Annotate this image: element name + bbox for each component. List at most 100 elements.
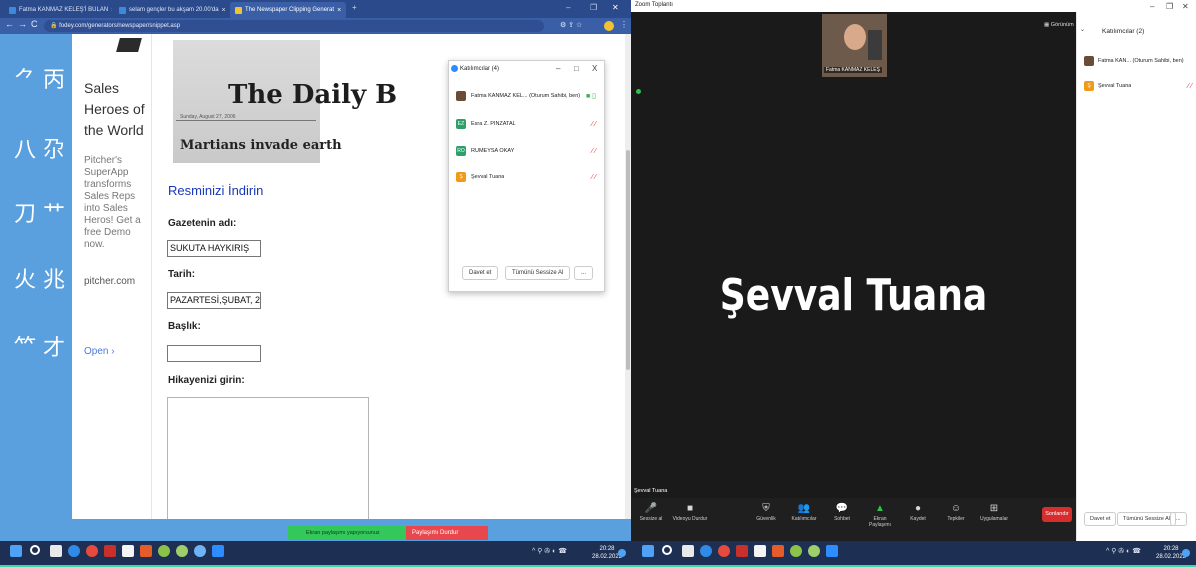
zoom-restore-icon[interactable]: ❐ bbox=[1166, 2, 1173, 11]
system-tray-icons[interactable]: ^ ⚲ ✇ ◐ ☎ bbox=[532, 547, 567, 555]
panel-collapse-icon[interactable]: ⌄ bbox=[1080, 26, 1085, 33]
search-icon[interactable] bbox=[30, 545, 40, 555]
person-face-shape bbox=[844, 24, 866, 50]
app-icon[interactable] bbox=[176, 545, 188, 557]
app-icon[interactable] bbox=[808, 545, 820, 557]
record-button[interactable]: ● Kaydet bbox=[900, 502, 936, 522]
chrome-icon[interactable] bbox=[718, 545, 730, 557]
mute-all-button[interactable]: Tümünü Sessize Al bbox=[505, 266, 571, 280]
security-button[interactable]: ⛨ Güvenlik bbox=[748, 502, 784, 522]
app-icon[interactable] bbox=[140, 545, 152, 557]
tab-close-icon[interactable]: × bbox=[337, 7, 341, 14]
participants-button[interactable]: 👥 Katılımcılar bbox=[786, 502, 822, 522]
participant-name: Şevval Tuana bbox=[471, 174, 505, 180]
windows-start-icon[interactable] bbox=[10, 545, 22, 557]
speaker-tag: Şevval Tuana bbox=[634, 488, 668, 494]
forward-button[interactable]: → bbox=[18, 19, 27, 29]
app-icon[interactable] bbox=[158, 545, 170, 557]
notification-icon[interactable] bbox=[1182, 549, 1190, 557]
zoom-minimize-icon[interactable]: – bbox=[1150, 2, 1154, 11]
zoom-app-icon[interactable] bbox=[212, 545, 224, 557]
security-status-icon bbox=[636, 89, 641, 94]
smiley-icon: ☺ bbox=[950, 503, 962, 514]
participant-row[interactable]: EZ Esra Z. PINZATAL ⁄ ⁄ bbox=[456, 116, 602, 132]
panel-invite-button[interactable]: Davet et bbox=[1084, 512, 1117, 526]
stop-video-button[interactable]: ■ Videoyu Durdur bbox=[672, 502, 708, 522]
zoom-close-icon[interactable]: ✕ bbox=[1182, 2, 1189, 11]
menu-dots-icon[interactable]: ⋮ bbox=[620, 20, 628, 29]
date-input[interactable]: PAZARTESİ,ŞUBAT, 28, 20 bbox=[167, 292, 261, 309]
panel-more-button[interactable]: ... bbox=[1170, 512, 1187, 526]
record-icon: ● bbox=[914, 503, 922, 514]
calligraphy-glyph-icon: ⼋ 尕 bbox=[14, 138, 65, 163]
minimize-icon[interactable]: – bbox=[566, 3, 570, 12]
record-label: Kaydet bbox=[910, 516, 926, 522]
panel-participant-row[interactable]: Fatma KAN... (Oturum Sahibi, ben) bbox=[1084, 54, 1194, 68]
story-textarea[interactable] bbox=[167, 397, 369, 527]
profile-avatar[interactable] bbox=[604, 21, 614, 31]
popup-title: Katılımcılar (4) bbox=[460, 66, 500, 72]
panel-mute-all-button[interactable]: Tümünü Sessize Al bbox=[1117, 512, 1177, 526]
new-tab-button[interactable]: + bbox=[352, 3, 357, 12]
popup-maximize-icon[interactable]: □ bbox=[574, 64, 579, 73]
store-icon[interactable] bbox=[122, 545, 134, 557]
app-icon[interactable] bbox=[772, 545, 784, 557]
back-button[interactable]: ← bbox=[5, 19, 14, 29]
avatar: Ş bbox=[1084, 81, 1094, 91]
app-icon[interactable] bbox=[736, 545, 748, 557]
more-button[interactable]: ... bbox=[574, 266, 594, 280]
mute-all-label: Tümünü Sessize Al bbox=[505, 266, 571, 280]
security-label: Güvenlik bbox=[756, 516, 776, 522]
end-meeting-button[interactable]: Sonlandır bbox=[1042, 507, 1072, 522]
headline-label: Başlık: bbox=[168, 321, 201, 332]
notification-icon[interactable] bbox=[618, 549, 626, 557]
windows-start-icon[interactable] bbox=[642, 545, 654, 557]
edge-icon[interactable] bbox=[68, 545, 80, 557]
browser-tab-3[interactable]: The Newspaper Clipping Generat × bbox=[230, 2, 346, 18]
edge-icon[interactable] bbox=[700, 545, 712, 557]
tab-close-icon[interactable]: × bbox=[222, 7, 226, 14]
stop-share-button[interactable]: Paylaşımı Durdur bbox=[406, 526, 488, 540]
invite-button[interactable]: Davet et bbox=[462, 266, 499, 280]
participant-row[interactable]: Ş Şevval Tuana ⁄ ⁄ bbox=[456, 169, 602, 185]
ad-body-text: Pitcher's SuperApp transforms Sales Reps… bbox=[84, 155, 141, 250]
address-bar-input[interactable]: 🔒 fodey.com/generators/newspaper/snippet… bbox=[44, 20, 544, 32]
apps-grid-icon: ⊞ bbox=[989, 503, 999, 514]
app-icon[interactable] bbox=[104, 545, 116, 557]
newspaper-name-input[interactable]: SUKUTA HAYKIRIŞ bbox=[167, 240, 261, 257]
tab-close-icon[interactable]: × bbox=[111, 7, 112, 14]
reactions-button[interactable]: ☺ Tepkiler bbox=[938, 502, 974, 522]
store-icon[interactable] bbox=[754, 545, 766, 557]
apps-button[interactable]: ⊞ Uygulamalar bbox=[976, 502, 1012, 522]
panel-participant-row[interactable]: Ş Şevval Tuana ⁄ ⁄ bbox=[1084, 79, 1194, 93]
avatar: EZ bbox=[456, 119, 466, 129]
chrome-icon[interactable] bbox=[86, 545, 98, 557]
headline-input[interactable] bbox=[167, 345, 261, 362]
scrollbar-thumb[interactable] bbox=[626, 150, 630, 370]
mute-button[interactable]: 🎤 Sessize al bbox=[633, 502, 669, 522]
system-tray-icons[interactable]: ^ ⚲ ✇ ◐ ☎ bbox=[1106, 547, 1141, 555]
popup-minimize-icon[interactable]: – bbox=[556, 64, 560, 73]
app-icon[interactable] bbox=[790, 545, 802, 557]
browser-tab-1[interactable]: Fatma KANMAZ KELEŞ'İ BULAN × bbox=[4, 2, 112, 18]
task-view-icon[interactable] bbox=[682, 545, 694, 557]
search-icon[interactable] bbox=[662, 545, 672, 555]
chat-button[interactable]: 💬 Sohbet bbox=[824, 502, 860, 522]
close-icon[interactable]: ✕ bbox=[612, 3, 619, 12]
task-view-icon[interactable] bbox=[50, 545, 62, 557]
reload-button[interactable]: C bbox=[31, 19, 38, 29]
popup-close-icon[interactable]: X bbox=[592, 64, 597, 73]
extensions-icon[interactable]: ⚙ ⇪ ☆ bbox=[560, 21, 582, 29]
browser-tab-2[interactable]: selam gençler bu akşam 20.00'da × bbox=[114, 2, 228, 18]
ad-headline[interactable]: Sales Heroes of the World bbox=[84, 78, 150, 141]
ad-open-button[interactable]: Open › bbox=[84, 346, 115, 357]
ad-domain[interactable]: pitcher.com bbox=[84, 276, 135, 287]
share-screen-button[interactable]: ▲ Ekran Paylaşımı bbox=[862, 502, 898, 528]
view-toggle-button[interactable]: ▦ Görünüm bbox=[1044, 22, 1074, 28]
participant-row[interactable]: RO RÜMEYSA OKAY ⁄ ⁄ bbox=[456, 143, 602, 159]
zoom-app-icon[interactable] bbox=[826, 545, 838, 557]
calligraphy-glyph-icon: ⼑ 艹 bbox=[14, 202, 65, 227]
participant-row[interactable]: Fatma KANMAZ KEL... (Oturum Sahibi, ben)… bbox=[456, 88, 602, 104]
app-icon[interactable] bbox=[194, 545, 206, 557]
restore-icon[interactable]: ❐ bbox=[590, 3, 597, 12]
